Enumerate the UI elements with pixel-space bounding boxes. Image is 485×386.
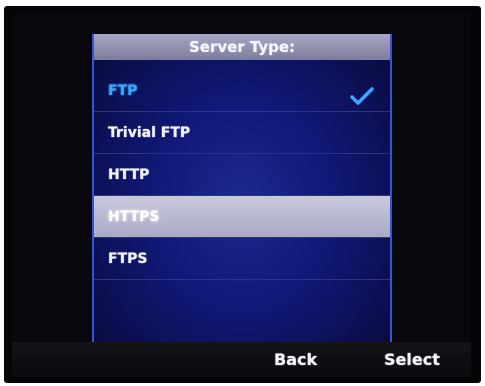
option-ftps[interactable]: FTPS [94, 238, 390, 280]
select-softkey[interactable]: Select [384, 342, 440, 377]
option-label: Trivial FTP [108, 125, 191, 141]
option-label: FTP [108, 83, 138, 99]
option-label: HTTP [108, 167, 150, 183]
softkey-bar: Back Select [12, 342, 471, 377]
option-label: FTPS [108, 251, 148, 267]
option-ftp[interactable]: FTP [94, 70, 390, 112]
check-icon [350, 81, 374, 105]
back-softkey[interactable]: Back [274, 342, 317, 377]
option-label: HTTPS [108, 209, 160, 225]
option-http[interactable]: HTTP [94, 154, 390, 196]
option-trivial-ftp[interactable]: Trivial FTP [94, 112, 390, 154]
server-type-panel: Server Type: FTP Trivial FTP HTTP HTTPS [92, 34, 392, 342]
server-type-list: FTP Trivial FTP HTTP HTTPS FTPS [94, 70, 390, 280]
panel-title: Server Type: [94, 34, 390, 60]
option-https[interactable]: HTTPS [94, 196, 390, 238]
device-screen: Server Type: FTP Trivial FTP HTTP HTTPS [12, 12, 471, 377]
